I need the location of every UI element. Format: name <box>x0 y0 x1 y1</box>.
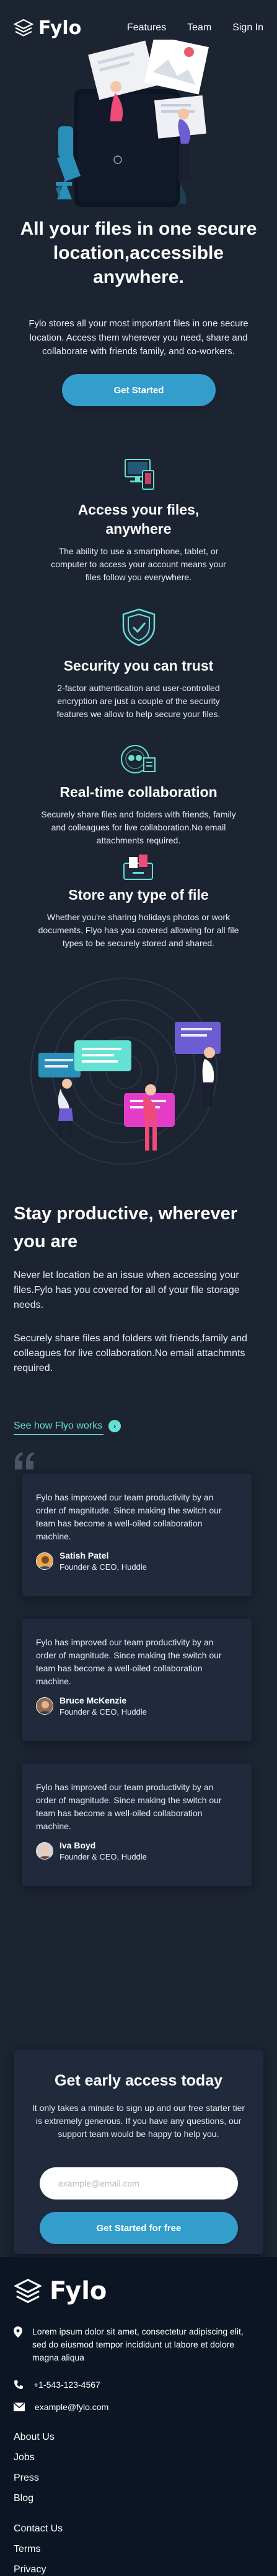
quote-icon <box>15 1452 34 1469</box>
link-underline <box>14 1434 103 1435</box>
productive-title: Stay productive, wherever you are <box>14 1204 238 1251</box>
hero-illustration <box>56 40 209 207</box>
footer-links-legal: Contact Us Terms Privacy <box>14 2523 63 2576</box>
person-name: Satish Patel <box>59 1551 109 1560</box>
feature-access: Access your files, anywhere The ability … <box>0 457 277 584</box>
footer-link-press[interactable]: Press <box>14 2473 55 2484</box>
early-access-title: Get early access today <box>55 2072 222 2089</box>
testimonial-card: Fylo has improved our team productivity … <box>22 1764 252 1886</box>
site-footer: Fylo Lorem ipsum dolor sit amet, consect… <box>0 2257 277 2576</box>
phone-text: +1-543-123-4567 <box>33 2380 100 2390</box>
person-role: Founder & CEO, Huddle <box>59 1707 147 1717</box>
email-text: example@fylo.com <box>35 2402 109 2412</box>
footer-phone: +1-543-123-4567 <box>14 2378 100 2391</box>
location-pin-icon <box>14 2326 22 2338</box>
get-started-free-button[interactable]: Get Started for free <box>40 2212 238 2244</box>
feature-text: Securely share files and folders with fr… <box>41 809 236 846</box>
avatar <box>36 1697 53 1715</box>
feature-title: Security you can trust <box>63 658 214 674</box>
footer-link-contact[interactable]: Contact Us <box>14 2523 63 2535</box>
feature-text: The ability to use a smartphone, tablet,… <box>51 546 226 583</box>
productive-illustration <box>30 978 221 1165</box>
stack-logo-icon <box>14 19 33 37</box>
feature-title: Access your files, anywhere <box>77 502 200 537</box>
person-avatar-icon <box>37 1843 53 1859</box>
email-icon <box>14 2403 25 2411</box>
see-how-link[interactable]: See how Flyo works › <box>14 1420 121 1435</box>
nav-team[interactable]: Team <box>187 22 211 33</box>
person-name: Iva Boyd <box>59 1840 96 1850</box>
person-name: Bruce McKenzie <box>59 1695 127 1705</box>
footer-brand-name: Fylo <box>50 2277 107 2305</box>
avatar <box>36 1552 53 1570</box>
footer-logo[interactable]: Fylo <box>14 2277 107 2305</box>
stack-logo-icon <box>14 2279 42 2304</box>
early-access-text: It only takes a minute to sign up and ou… <box>32 2103 245 2139</box>
testimonial-person: Iva Boyd Founder & CEO, Huddle <box>36 1840 240 1861</box>
person-avatar-icon <box>37 1553 53 1569</box>
footer-link-about[interactable]: About Us <box>14 2432 55 2443</box>
brand-name: Fylo <box>38 17 82 39</box>
phone-icon <box>14 2380 23 2389</box>
arrow-right-icon: › <box>108 1420 121 1432</box>
get-started-button[interactable]: Get Started <box>62 374 216 406</box>
nav-sign-in[interactable]: Sign In <box>232 22 263 33</box>
footer-link-terms[interactable]: Terms <box>14 2544 63 2555</box>
landing-page: Fylo Features Team Sign In All your file… <box>0 0 277 2576</box>
person-role: Founder & CEO, Huddle <box>59 1562 147 1572</box>
feature-collaboration: Real-time collaboration Securely share f… <box>0 742 277 847</box>
hero-title: All your files in one secure location,ac… <box>20 219 257 287</box>
footer-address: Lorem ipsum dolor sit amet, consectetur … <box>14 2325 249 2364</box>
main-nav: Features Team Sign In <box>127 22 263 33</box>
footer-links-company: About Us Jobs Press Blog <box>14 2432 55 2513</box>
feature-title: Real-time collaboration <box>59 784 218 800</box>
testimonial-person: Bruce McKenzie Founder & CEO, Huddle <box>36 1695 240 1717</box>
person-role: Founder & CEO, Huddle <box>59 1852 147 1861</box>
early-access-card: Get early access today It only takes a m… <box>14 2050 263 2254</box>
email-input[interactable] <box>40 2167 238 2200</box>
see-how-link-label: See how Flyo works <box>14 1421 103 1431</box>
nav-features[interactable]: Features <box>127 22 166 33</box>
feature-storage: Store any type of file Whether you're sh… <box>0 853 277 950</box>
testimonial-text: Fylo has improved our team productivity … <box>36 1782 222 1831</box>
hero-description: Fylo stores all your most important file… <box>29 318 248 357</box>
shield-icon <box>122 608 155 646</box>
feature-security: Security you can trust 2-factor authenti… <box>0 607 277 721</box>
collaboration-icon <box>120 745 156 773</box>
testimonial-card: Fylo has improved our team productivity … <box>22 1474 252 1596</box>
devices-icon <box>124 459 154 490</box>
testimonial-person: Satish Patel Founder & CEO, Huddle <box>36 1551 240 1572</box>
brand-logo[interactable]: Fylo <box>14 17 81 39</box>
avatar <box>36 1842 53 1860</box>
file-storage-icon <box>123 855 153 880</box>
footer-email: example@fylo.com <box>14 2401 108 2414</box>
testimonial-text: Fylo has improved our team productivity … <box>36 1492 222 1541</box>
feature-text: Whether you're sharing holidays photos o… <box>38 912 239 949</box>
footer-link-privacy[interactable]: Privacy <box>14 2564 63 2575</box>
footer-link-jobs[interactable]: Jobs <box>14 2452 55 2463</box>
address-text: Lorem ipsum dolor sit amet, consectetur … <box>32 2326 244 2362</box>
feature-title: Store any type of file <box>68 887 209 903</box>
footer-link-blog[interactable]: Blog <box>14 2493 55 2504</box>
testimonial-text: Fylo has improved our team productivity … <box>36 1637 222 1686</box>
feature-text: 2-factor authentication and user-control… <box>56 683 221 720</box>
testimonial-card: Fylo has improved our team productivity … <box>22 1619 252 1741</box>
productive-text-1: Never let location be an issue when acce… <box>14 1270 240 1310</box>
productive-text-2: Securely share files and folders wit fri… <box>14 1333 248 1373</box>
person-avatar-icon <box>37 1698 53 1714</box>
